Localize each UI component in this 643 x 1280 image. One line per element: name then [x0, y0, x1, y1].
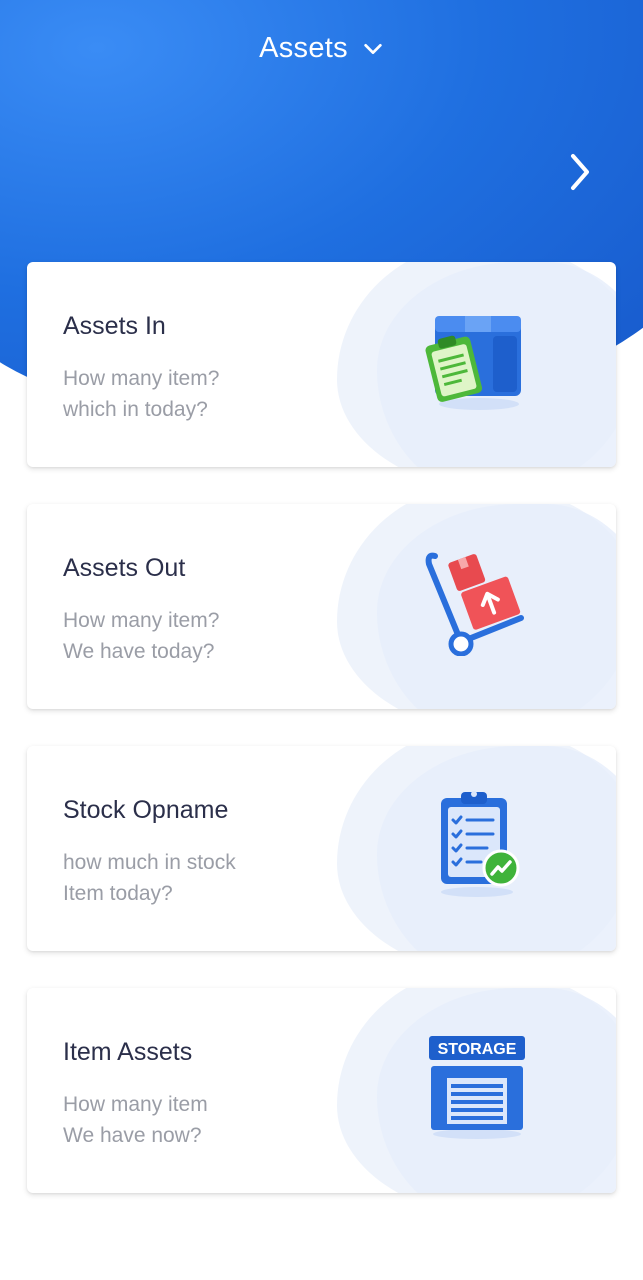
card-title: Assets Out [63, 554, 186, 582]
checklist-trend-icon [441, 791, 520, 897]
assets-out-card[interactable]: Assets Out How many item? We have today? [27, 504, 616, 709]
card-subtitle: How many item? which in today? [63, 367, 220, 421]
box-clipboard-icon [425, 316, 521, 410]
assets-in-card[interactable]: Assets In How many item? which in today? [27, 262, 616, 467]
page-title: Assets [259, 32, 348, 64]
card-subtitle: How many item? We have today? [63, 609, 220, 663]
next-button[interactable] [560, 150, 600, 194]
card-subtitle: how much in stock Item today? [63, 851, 236, 905]
asset-type-dropdown[interactable]: Assets [0, 32, 643, 65]
card-title: Assets In [63, 312, 166, 340]
storage-icon: STORAGE [429, 1036, 525, 1139]
card-subtitle: How many item We have now? [63, 1093, 208, 1147]
item-assets-card[interactable]: Item Assets How many item We have now? S… [27, 988, 616, 1193]
card-title: Item Assets [63, 1038, 193, 1066]
hand-truck-icon [425, 552, 524, 656]
stock-opname-card[interactable]: Stock Opname how much in stock Item toda… [27, 746, 616, 951]
card-title: Stock Opname [63, 796, 229, 824]
storage-sign-text: STORAGE [438, 1041, 517, 1058]
chevron-down-icon [364, 43, 382, 54]
chevron-right-icon [571, 154, 589, 190]
